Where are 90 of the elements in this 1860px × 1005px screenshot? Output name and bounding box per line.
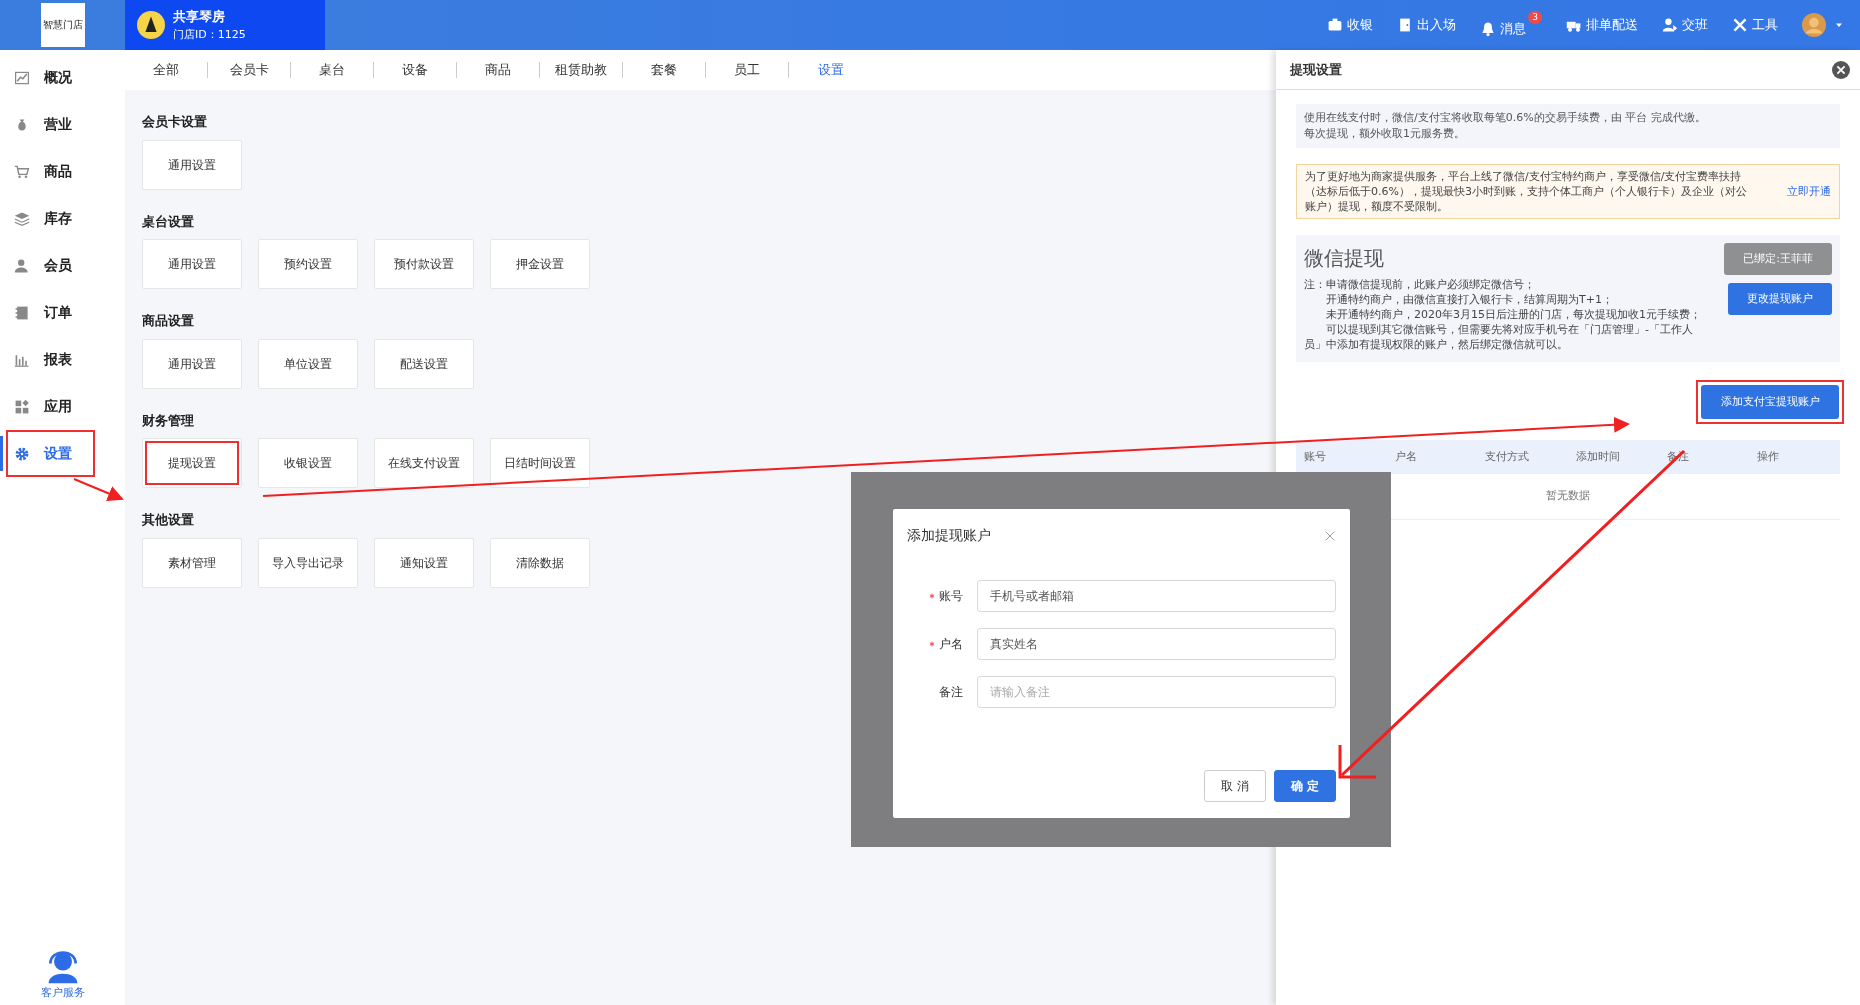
tab[interactable]: 设备 — [374, 62, 457, 78]
section-title: 商品设置 — [142, 312, 194, 330]
sidebar-item[interactable]: 报表 — [6, 336, 95, 383]
count-badge: 3 — [1528, 11, 1542, 25]
section-title: 会员卡设置 — [142, 113, 207, 131]
door-icon — [1397, 17, 1413, 33]
avatar[interactable] — [1802, 13, 1826, 37]
settings-button[interactable]: 日结时间设置 — [490, 438, 590, 488]
toolbar-link[interactable]: 出入场 — [1397, 15, 1456, 35]
column-header: 户名 — [1393, 448, 1418, 465]
settings-button[interactable]: 通用设置 — [142, 338, 242, 389]
settings-button[interactable]: 在线支付设置 — [374, 438, 474, 488]
annotation-arrow — [73, 478, 124, 501]
note-text: 可以提现到其它微信账号，但需要先将对应手机号在「门店管理」-「工作人员」中添加有提现权限的账户，然后绑定微信就可以。 — [1304, 322, 1694, 352]
section-title: 财务管理 — [142, 411, 194, 430]
settings-button[interactable]: 通用设置 — [142, 239, 242, 289]
settings-button[interactable]: 预付款设置 — [374, 239, 474, 289]
store-name: 共享琴房 — [173, 8, 226, 26]
support-label[interactable]: 客户服务 — [40, 984, 85, 1001]
settings-button[interactable]: 通用设置 — [142, 139, 242, 190]
settings-button[interactable]: 单位设置 — [258, 338, 358, 389]
sidebar-item[interactable]: 库存 — [6, 195, 95, 242]
change-account-button[interactable]: 更改提现账户 — [1728, 283, 1832, 315]
settings-button[interactable]: 导入导出记录 — [258, 537, 358, 588]
dialog-title: 添加提现账户 — [907, 526, 991, 545]
toolbar-link[interactable]: 收银 — [1327, 15, 1373, 35]
store-id: 门店ID：1125 — [173, 26, 246, 43]
toolbar-link[interactable]: 消息 3 — [1480, 11, 1542, 39]
toolbar-link[interactable]: 交班 — [1662, 15, 1708, 35]
note-text: 未开通特约商户，2020年3月15日后注册的门店，每次提现加收1元手续费； — [1325, 307, 1702, 322]
ledger-icon — [14, 304, 30, 321]
sidebar-item[interactable]: 订单 — [6, 289, 95, 336]
sidebar-item[interactable]: 应用 — [6, 383, 95, 430]
tab[interactable]: 全部 — [125, 62, 208, 78]
tab[interactable]: 员工 — [706, 62, 789, 78]
toolbar-link[interactable]: 工具 — [1732, 15, 1778, 35]
column-header: 添加时间 — [1575, 448, 1621, 465]
store-logo-icon — [137, 11, 165, 39]
tab[interactable]: 桌台 — [291, 62, 374, 78]
input-field[interactable]: 真实姓名 — [977, 628, 1336, 660]
sidebar-item[interactable]: 概况 — [6, 54, 95, 101]
person-icon — [1662, 17, 1678, 33]
notice-text: 每次提现，额外收取1元服务费。 — [1304, 126, 1466, 142]
column-header: 操作 — [1756, 448, 1781, 465]
section-heading: 微信提现 — [1304, 245, 1385, 272]
tab[interactable]: 商品 — [457, 62, 540, 78]
add-account-button[interactable]: 添加支付宝提现账户 — [1701, 385, 1839, 419]
open-link[interactable]: 立即开通 — [1787, 184, 1831, 199]
section-title: 桌台设置 — [142, 212, 194, 231]
close-icon[interactable] — [1832, 60, 1850, 79]
confirm-button[interactable]: 确 定 — [1274, 770, 1336, 802]
column-header: 账号 — [1303, 448, 1327, 465]
bell-icon — [1480, 21, 1496, 37]
sidebar-item[interactable]: 商品 — [6, 148, 95, 195]
logo: 智慧门店 — [40, 3, 85, 47]
note-text: 注：申请微信提现前，此账户必须绑定微信号； — [1304, 277, 1536, 292]
drawer-title: 提现设置 — [1290, 60, 1342, 79]
promo-text: 为了更好地为商家提供服务，平台上线了微信/支付宝特约商户，享受微信/支付宝费率扶持（达标后低于0.6%），提现最快3小时到账，支持个体工商户（个人银行卡）及企业（对公账户）提现，额度不受限制。 — [1305, 169, 1748, 214]
person-icon — [14, 257, 30, 274]
settings-button[interactable]: 预约设置 — [258, 239, 358, 289]
toolbox-icon — [1327, 17, 1343, 33]
input-field[interactable]: 请输入备注 — [977, 676, 1336, 708]
settings-button[interactable]: 提现设置 — [142, 438, 242, 488]
tab[interactable]: 租赁助教 — [540, 62, 623, 78]
apps-icon — [14, 398, 30, 415]
field-label: 备注 — [939, 684, 963, 701]
cart-icon — [14, 163, 30, 180]
tab[interactable]: 会员卡 — [208, 62, 291, 78]
field-label: 户名 — [939, 636, 963, 653]
settings-button[interactable]: 配送设置 — [374, 338, 474, 389]
layers-icon — [14, 210, 30, 227]
toolbar-link[interactable]: 排单配送 — [1566, 15, 1638, 35]
chart-icon — [14, 69, 30, 86]
column-header: 支付方式 — [1484, 448, 1531, 465]
note-text: 开通特约商户，由微信直接打入银行卡，结算周期为T+1； — [1325, 292, 1614, 307]
input-field[interactable]: 手机号或者邮箱 — [977, 580, 1336, 612]
section-title: 其他设置 — [142, 511, 194, 529]
settings-button[interactable]: 通知设置 — [374, 537, 474, 588]
sidebar-item[interactable]: 营业 — [6, 101, 95, 148]
cancel-button[interactable]: 取 消 — [1204, 770, 1266, 802]
tab[interactable]: 设置 — [789, 62, 872, 78]
settings-icon — [14, 445, 30, 462]
settings-button[interactable]: 收银设置 — [258, 438, 358, 488]
settings-button[interactable]: 素材管理 — [142, 537, 242, 588]
settings-button[interactable]: 押金设置 — [490, 239, 590, 289]
notice-text: 使用在线支付时，微信/支付宝将收取每笔0.6%的交易手续费，由 平台 完成代缴。 — [1304, 110, 1707, 126]
settings-button[interactable]: 清除数据 — [490, 537, 590, 588]
tab[interactable]: 套餐 — [623, 62, 706, 78]
sidebar-item[interactable]: 会员 — [6, 242, 95, 289]
field-label: 账号 — [939, 588, 963, 605]
